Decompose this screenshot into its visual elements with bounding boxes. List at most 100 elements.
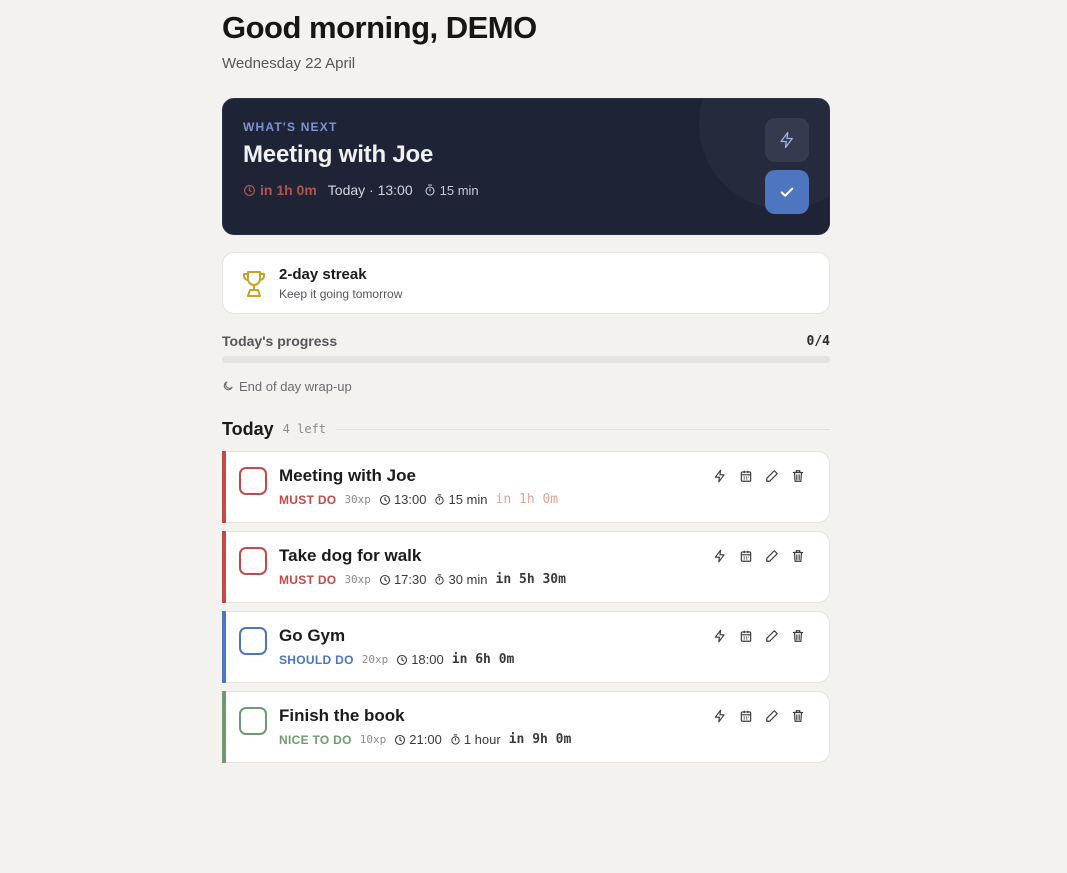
reschedule-button[interactable] [733,549,759,563]
whats-next-label: WHAT'S NEXT [243,120,338,134]
task-duration: 15 min [434,492,488,507]
today-section-header: Today 4 left [222,418,830,440]
wrapup-link[interactable]: End of day wrap-up [222,378,830,394]
main-column: Good morning, DEMO Wednesday 22 April WH… [222,0,830,771]
relative-time: in 6h 0m [451,652,515,667]
clock-icon [379,494,390,505]
section-title: Today [222,418,274,439]
clock-icon [395,734,406,745]
whats-next-meta: in 1h 0m Today · 13:00 15 min [243,182,479,198]
task-checkbox[interactable] [239,547,267,575]
priority-bar [222,691,226,763]
timer-icon [435,574,445,585]
task-card: Meeting with Joe MUST DO 30xp 13:00 15 m… [222,451,830,523]
priority-label: MUST DO [279,492,337,507]
trash-icon [792,470,804,482]
whats-next-when: Today · 13:00 [327,182,413,198]
edit-button[interactable] [759,549,785,563]
task-duration: 1 hour [450,732,501,747]
current-date: Wednesday 22 April [222,55,356,72]
priority-bar [222,611,226,683]
edit-button[interactable] [759,629,785,643]
whats-next-title: Meeting with Joe [243,141,434,168]
clock-icon [379,574,390,585]
task-meta: NICE TO DO 10xp 21:00 1 hour in 9h 0m [279,732,571,747]
xp-value: 30xp [344,493,371,506]
streak-title: 2-day streak [279,266,367,283]
bolt-icon [714,549,725,563]
progress-header: Today's progress 0/4 [222,331,830,351]
delete-button[interactable] [785,629,811,643]
reschedule-button[interactable] [733,709,759,723]
greeting-heading: Good morning, DEMO [222,10,537,45]
task-actions [707,629,811,643]
moon-icon [223,381,233,391]
priority-label: NICE TO DO [279,732,352,747]
time-text: 18:00 [411,652,444,667]
priority-bar [222,531,226,603]
task-actions [707,469,811,483]
reschedule-button[interactable] [733,629,759,643]
pencil-icon [766,550,778,562]
task-duration: 30 min [434,572,488,587]
edit-button[interactable] [759,469,785,483]
focus-button[interactable] [707,709,733,723]
calendar-icon [740,550,752,562]
task-actions [707,709,811,723]
pencil-icon [766,470,778,482]
task-checkbox[interactable] [239,627,267,655]
trash-icon [792,550,804,562]
whats-next-duration: 15 min [424,183,479,198]
task-title: Go Gym [279,626,346,645]
bolt-icon [714,709,725,723]
calendar-icon [740,470,752,482]
clock-icon [244,184,255,196]
quick-start-button[interactable] [765,118,809,162]
delete-button[interactable] [785,549,811,563]
task-checkbox[interactable] [239,707,267,735]
mark-done-button[interactable] [765,170,809,214]
task-title: Meeting with Joe [279,466,416,485]
timer-icon [425,184,435,196]
xp-value: 30xp [344,573,371,586]
trash-icon [792,630,804,642]
xp-value: 10xp [359,733,387,746]
focus-button[interactable] [707,629,733,643]
whats-next-countdown: in 1h 0m [243,182,317,198]
task-time: 17:30 [379,572,427,587]
task-title: Take dog for walk [279,546,422,565]
bolt-icon [780,131,793,149]
xp-value: 20xp [361,653,389,666]
task-meta: SHOULD DO 20xp 18:00 in 6h 0m [279,652,514,667]
relative-time: in 9h 0m [508,732,572,747]
time-text: 17:30 [393,572,427,587]
check-icon [780,187,794,197]
edit-button[interactable] [759,709,785,723]
duration-text: 30 min [448,572,488,587]
trophy-icon [243,271,265,297]
reschedule-button[interactable] [733,469,759,483]
calendar-icon [740,630,752,642]
task-time: 18:00 [396,652,444,667]
progress-count: 0/4 [806,333,830,349]
priority-bar [222,451,226,523]
tasks-left-count: 4 left [282,422,327,436]
timer-icon [435,494,445,505]
priority-label: MUST DO [279,572,337,587]
task-card: Take dog for walk MUST DO 30xp 17:30 30 … [222,531,830,603]
relative-time: in 5h 30m [495,572,566,587]
focus-button[interactable] [707,469,733,483]
bolt-icon [714,629,725,643]
delete-button[interactable] [785,469,811,483]
progress-bar [222,356,830,363]
time-text: 21:00 [409,732,442,747]
task-checkbox[interactable] [239,467,267,495]
trash-icon [792,710,804,722]
task-actions [707,549,811,563]
focus-button[interactable] [707,549,733,563]
relative-time: in 1h 0m [495,492,559,507]
whats-next-card: WHAT'S NEXT Meeting with Joe in 1h 0m To… [222,98,830,235]
task-time: 13:00 [379,492,426,507]
task-list: Meeting with Joe MUST DO 30xp 13:00 15 m… [222,451,830,763]
delete-button[interactable] [785,709,811,723]
